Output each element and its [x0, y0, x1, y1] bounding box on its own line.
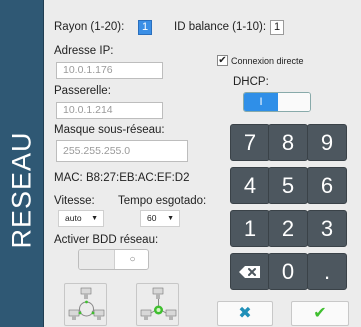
dhcp-label: DHCP: [233, 76, 269, 88]
key-3[interactable]: 3 [307, 210, 347, 247]
bdd-toggle-knob [79, 250, 115, 269]
direct-connection-checkbox[interactable]: ✔ [217, 55, 228, 66]
key-9[interactable]: 9 [307, 124, 347, 161]
network-settings-screen: RESEAU Rayon (1-20): 1 ID balance (1-10)… [0, 0, 361, 327]
backspace-key[interactable] [230, 253, 270, 290]
confirm-button[interactable]: ✔ [291, 301, 349, 326]
network-ring-icon [68, 287, 105, 320]
rayon-label: Rayon (1-20): [54, 21, 125, 33]
key-dot[interactable]: . [307, 253, 347, 290]
balance-field[interactable]: 1 [270, 20, 284, 35]
side-bar: RESEAU [0, 0, 44, 327]
network-star-icon [140, 287, 177, 320]
key-5[interactable]: 5 [268, 167, 308, 204]
timeout-select[interactable]: 60 ▼ [140, 210, 180, 227]
check-icon: ✔ [313, 305, 327, 322]
balance-label: ID balance (1-10): [174, 21, 267, 33]
rayon-field[interactable]: 1 [138, 20, 152, 35]
chevron-down-icon: ▼ [167, 215, 174, 222]
key-6[interactable]: 6 [307, 167, 347, 204]
bdd-label: Activer BDD réseau: [54, 234, 159, 246]
speed-select[interactable]: auto ▼ [58, 210, 104, 227]
key-4[interactable]: 4 [230, 167, 270, 204]
gateway-field[interactable]: 10.0.1.214 [56, 102, 163, 119]
gateway-label: Passerelle: [54, 85, 111, 97]
network-ring-button[interactable] [64, 283, 107, 326]
bdd-toggle-symbol: ○ [129, 254, 136, 265]
timeout-value: 60 [147, 213, 157, 223]
ip-field[interactable]: 10.0.1.176 [56, 62, 163, 79]
key-1[interactable]: 1 [230, 210, 270, 247]
bdd-toggle[interactable]: ○ [78, 249, 149, 270]
speed-label: Vitesse: [54, 195, 95, 207]
timeout-label: Tempo esgotado: [118, 195, 207, 207]
key-0[interactable]: 0 [268, 253, 308, 290]
key-2[interactable]: 2 [268, 210, 308, 247]
dhcp-toggle-off [278, 93, 310, 111]
cancel-button[interactable]: ✖ [217, 301, 273, 326]
side-title: RESEAU [6, 131, 37, 249]
chevron-down-icon: ▼ [91, 215, 98, 222]
close-icon: ✖ [238, 305, 252, 322]
key-7[interactable]: 7 [230, 124, 270, 161]
ip-label: Adresse IP: [54, 45, 114, 57]
mask-field[interactable]: 255.255.255.0 [56, 140, 188, 162]
mask-label: Masque sous-réseau: [54, 124, 165, 136]
speed-value: auto [65, 213, 82, 223]
key-8[interactable]: 8 [268, 124, 308, 161]
network-star-button[interactable] [136, 283, 179, 326]
check-icon: ✔ [218, 55, 227, 66]
mac-address: MAC: B8:27:EB:AC:EF:D2 [54, 172, 190, 184]
dhcp-toggle[interactable]: I [243, 92, 311, 112]
backspace-icon [239, 266, 260, 278]
dhcp-toggle-on: I [244, 93, 278, 111]
direct-connection-label: Connexion directe [231, 56, 304, 66]
